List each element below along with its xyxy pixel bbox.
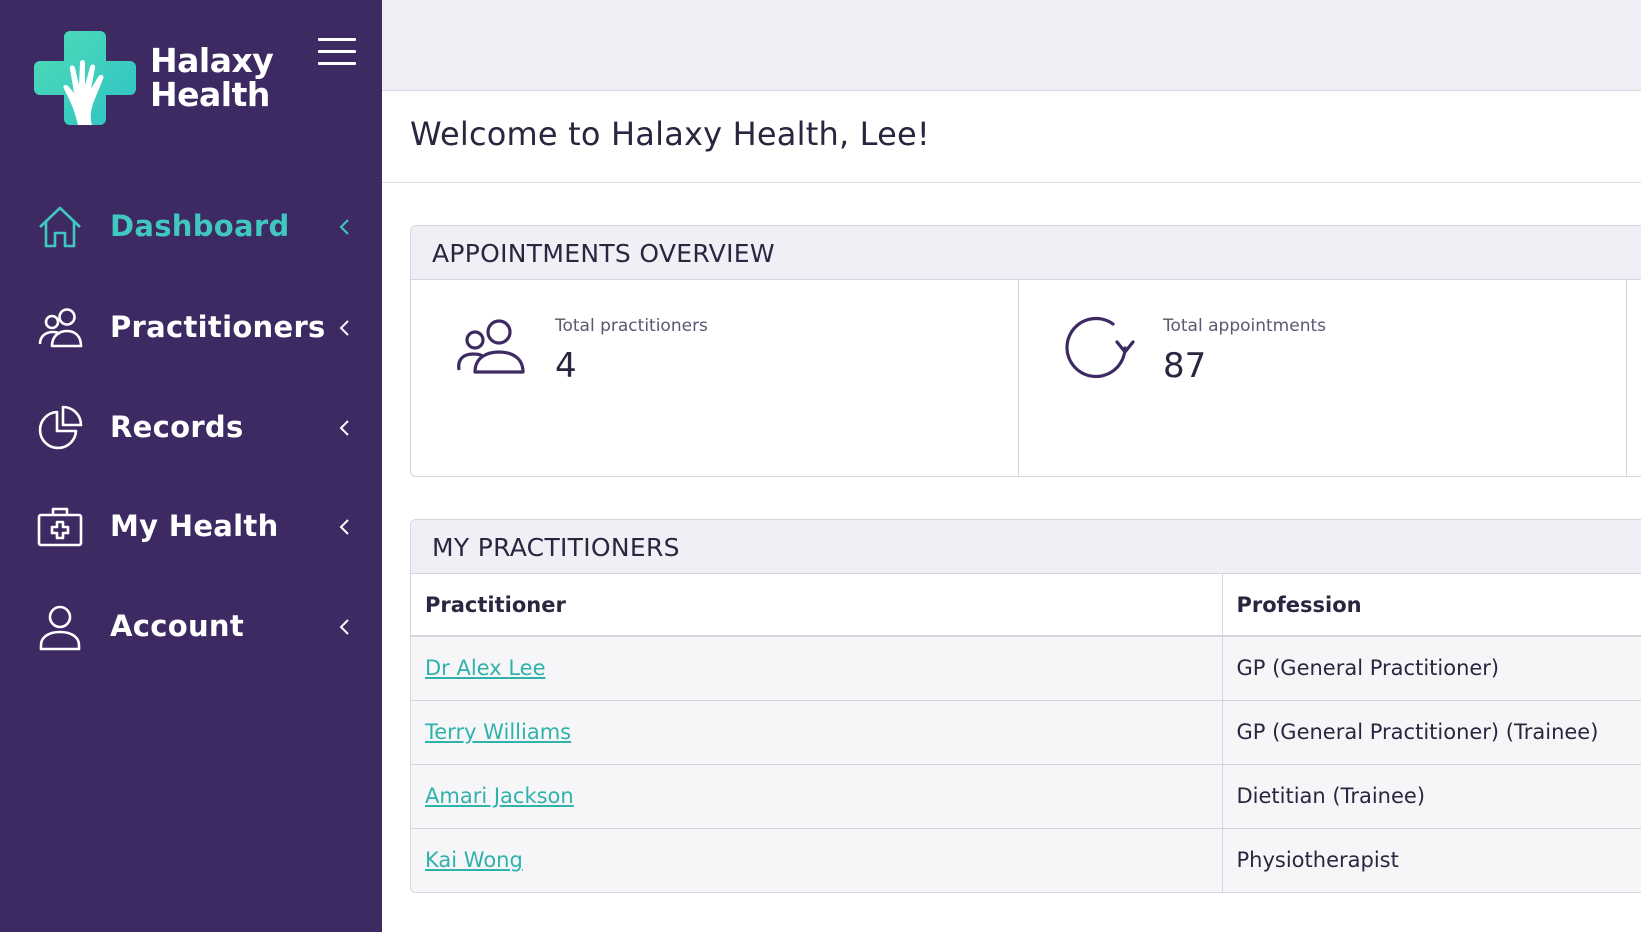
practitioner-cell: Terry Williams — [411, 700, 1223, 765]
table-header-row: Practitioner Profession — [411, 574, 1641, 637]
practitioner-cell: Amari Jackson — [411, 764, 1223, 829]
profession-cell: Physiotherapist — [1222, 828, 1641, 892]
sidebar-item-practitioners[interactable]: Practitioners — [0, 298, 382, 358]
sidebar: Halaxy Health Dashboard Practitioners Re… — [0, 0, 382, 932]
halaxy-logo[interactable] — [34, 27, 136, 129]
table-row: Terry Williams GP (General Practitioner)… — [411, 700, 1641, 765]
chevron-left-icon — [339, 420, 349, 436]
stat-value: 87 — [1163, 346, 1207, 386]
brand-line-1: Halaxy — [150, 41, 274, 80]
sidebar-item-label: My Health — [110, 509, 279, 543]
sidebar-item-dashboard[interactable]: Dashboard — [0, 197, 382, 257]
page-header: Welcome to Halaxy Health, Lee! — [382, 91, 1641, 183]
pie-chart-icon — [38, 405, 83, 450]
sidebar-item-label: Account — [110, 609, 245, 643]
medical-kit-icon — [37, 507, 83, 547]
stat-label: Total appointments — [1163, 316, 1326, 336]
sidebar-item-my-health[interactable]: My Health — [0, 497, 382, 557]
table-row: Kai Wong Physiotherapist — [411, 828, 1641, 892]
top-bar — [382, 0, 1641, 91]
chevron-left-icon — [339, 519, 349, 535]
practitioner-link[interactable]: Amari Jackson — [425, 784, 574, 808]
my-practitioners-panel: MY PRACTITIONERS Practitioner Profession… — [410, 519, 1641, 893]
profession-cell: Dietitian (Trainee) — [1222, 764, 1641, 829]
profession-cell: GP (General Practitioner) — [1222, 636, 1641, 701]
appointments-overview-panel: APPOINTMENTS OVERVIEW Total practitioner… — [410, 225, 1641, 477]
table-row: Amari Jackson Dietitian (Trainee) — [411, 764, 1641, 829]
refresh-icon — [1065, 316, 1135, 379]
panel-title: APPOINTMENTS OVERVIEW — [411, 226, 1641, 280]
users-icon — [38, 308, 83, 348]
page-title: Welcome to Halaxy Health, Lee! — [410, 115, 930, 153]
stat-label: Total practitioners — [555, 316, 708, 336]
sidebar-item-label: Dashboard — [110, 209, 290, 243]
brand-name: Halaxy Health — [150, 41, 274, 114]
user-icon — [39, 605, 81, 651]
stat-value: 4 — [555, 346, 577, 386]
sidebar-item-label: Practitioners — [110, 310, 326, 344]
practitioner-cell: Dr Alex Lee — [411, 636, 1223, 701]
menu-toggle-icon[interactable] — [318, 38, 356, 68]
chevron-left-icon — [339, 619, 349, 635]
column-header-profession[interactable]: Profession — [1222, 574, 1641, 637]
stat-total-appointments: Total appointments 87 — [1019, 280, 1627, 476]
profession-cell: GP (General Practitioner) (Trainee) — [1222, 700, 1641, 765]
practitioner-link[interactable]: Kai Wong — [425, 848, 523, 872]
users-icon — [457, 319, 525, 374]
panel-title: MY PRACTITIONERS — [411, 520, 1641, 574]
home-icon — [39, 206, 81, 248]
chevron-left-icon — [339, 320, 349, 336]
practitioner-link[interactable]: Dr Alex Lee — [425, 656, 546, 680]
sidebar-item-records[interactable]: Records — [0, 398, 382, 458]
sidebar-item-label: Records — [110, 410, 244, 444]
table-row: Dr Alex Lee GP (General Practitioner) — [411, 636, 1641, 701]
brand-line-2: Health — [150, 75, 270, 114]
column-header-practitioner[interactable]: Practitioner — [411, 574, 1223, 637]
stat-total-practitioners: Total practitioners 4 — [411, 280, 1019, 476]
chevron-left-icon — [339, 219, 349, 235]
practitioner-link[interactable]: Terry Williams — [425, 720, 571, 744]
sidebar-item-account[interactable]: Account — [0, 597, 382, 657]
practitioner-cell: Kai Wong — [411, 828, 1223, 892]
main-content: APPOINTMENTS OVERVIEW Total practitioner… — [382, 183, 1641, 932]
practitioners-table: Practitioner Profession Dr Alex Lee GP (… — [411, 574, 1641, 892]
